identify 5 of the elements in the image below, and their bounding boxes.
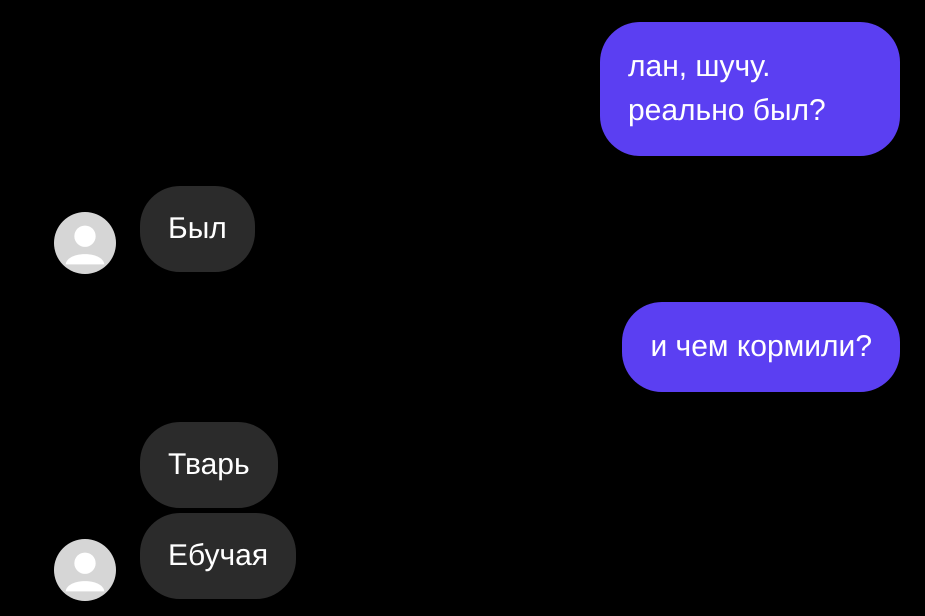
received-message: Был bbox=[140, 186, 255, 272]
received-message: Тварь bbox=[140, 422, 278, 508]
sent-message: и чем кормили? bbox=[622, 302, 900, 392]
received-message: Ебучая bbox=[140, 513, 296, 599]
sent-message: лан, шучу. реально был? bbox=[600, 22, 900, 156]
